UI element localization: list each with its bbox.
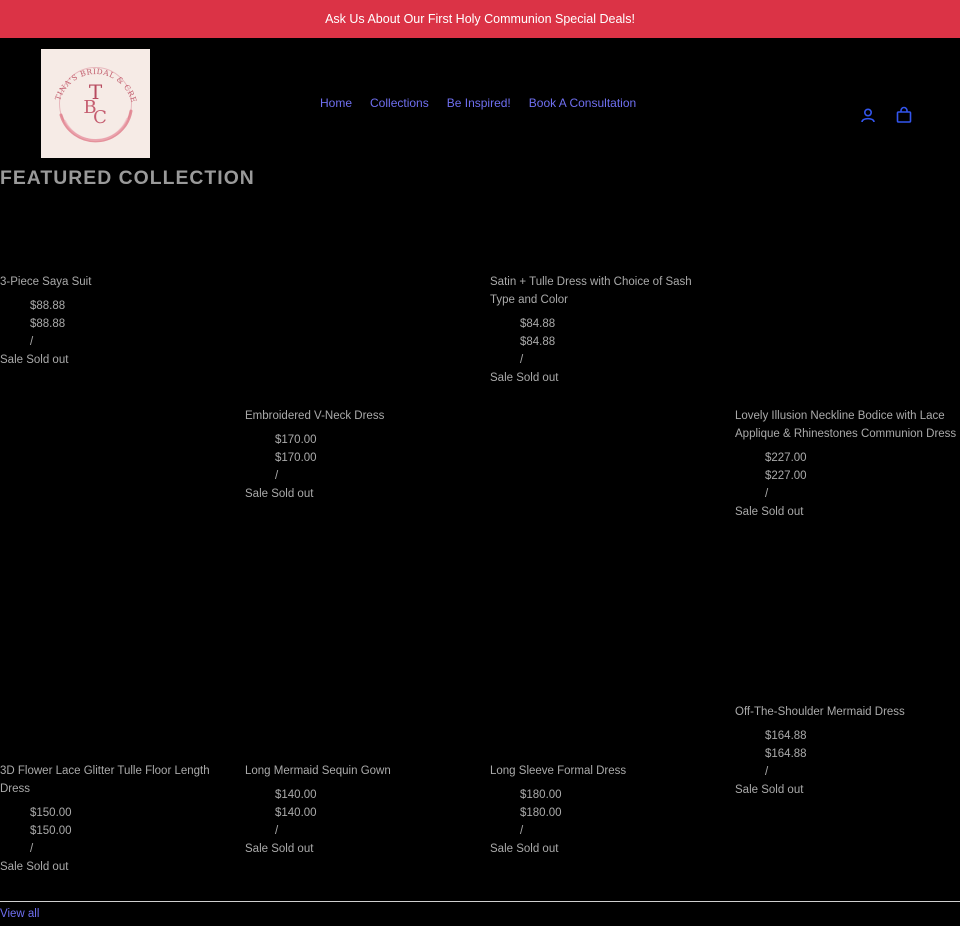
price-block: $227.00 $227.00 / [735, 449, 959, 503]
product-badges: Sale Sold out [735, 506, 804, 518]
price-block: $150.00 $150.00 / [0, 804, 224, 858]
view-all-link[interactable]: View all [0, 908, 39, 920]
main-navigation: Home Collections Be Inspired! Book A Con… [320, 96, 636, 110]
cart-icon[interactable] [895, 106, 913, 124]
regular-price: $150.00 [30, 807, 72, 819]
price-block: $180.00 $180.00 / [490, 786, 714, 840]
section-title: FEATURED COLLECTION [0, 168, 255, 189]
product-badges: Sale Sold out [245, 843, 314, 855]
product-badges: Sale Sold out [490, 843, 559, 855]
product-card[interactable]: Long Mermaid Sequin Gown $140.00 $140.00… [245, 762, 469, 858]
product-title[interactable]: Lovely Illusion Neckline Bodice with Lac… [735, 407, 959, 443]
svg-text:C: C [93, 107, 107, 128]
user-icon[interactable] [859, 106, 877, 124]
header-icons [859, 106, 913, 124]
product-title[interactable]: Satin + Tulle Dress with Choice of Sash … [490, 273, 714, 309]
regular-price: $84.88 [520, 318, 556, 330]
sale-price: $140.00 [275, 807, 317, 819]
product-badges: Sale Sold out [490, 372, 559, 384]
product-badges: Sale Sold out [735, 784, 804, 796]
nav-collections[interactable]: Collections [370, 96, 429, 110]
product-card[interactable]: Embroidered V-Neck Dress $170.00 $170.00… [245, 407, 469, 503]
sale-price: $150.00 [30, 825, 72, 837]
price-block: $140.00 $140.00 / [245, 786, 469, 840]
sale-price: $170.00 [275, 452, 317, 464]
sale-price: $164.88 [765, 748, 807, 760]
unit-price-separator: / [765, 488, 769, 500]
unit-price-separator: / [765, 766, 769, 778]
unit-price-separator: / [520, 825, 524, 837]
product-card[interactable]: Lovely Illusion Neckline Bodice with Lac… [735, 407, 959, 521]
product-title[interactable]: Embroidered V-Neck Dress [245, 407, 469, 425]
unit-price-separator: / [30, 336, 34, 348]
regular-price: $180.00 [520, 789, 562, 801]
product-card[interactable]: Off-The-Shoulder Mermaid Dress $164.88 $… [735, 703, 959, 799]
regular-price: $170.00 [275, 434, 317, 446]
unit-price-separator: / [520, 354, 524, 366]
product-card[interactable]: Long Sleeve Formal Dress $180.00 $180.00… [490, 762, 714, 858]
product-badges: Sale Sold out [0, 354, 69, 366]
regular-price: $140.00 [275, 789, 317, 801]
sale-price: $227.00 [765, 470, 807, 482]
product-card[interactable]: 3-Piece Saya Suit $88.88 $88.88 / Sale S… [0, 273, 224, 369]
sale-price: $84.88 [520, 336, 556, 348]
product-badges: Sale Sold out [245, 488, 314, 500]
price-block: $164.88 $164.88 / [735, 727, 959, 781]
product-card[interactable]: 3D Flower Lace Glitter Tulle Floor Lengt… [0, 762, 224, 876]
product-title[interactable]: Long Sleeve Formal Dress [490, 762, 714, 780]
regular-price: $227.00 [765, 452, 807, 464]
product-title[interactable]: 3-Piece Saya Suit [0, 273, 224, 291]
unit-price-separator: / [30, 843, 34, 855]
sale-price: $88.88 [30, 318, 66, 330]
product-card[interactable]: Satin + Tulle Dress with Choice of Sash … [490, 273, 714, 387]
store-logo[interactable]: TINA'S BRIDAL & CREATIONS T B C [41, 49, 150, 158]
nav-book-consultation[interactable]: Book A Consultation [529, 96, 636, 110]
sale-price: $180.00 [520, 807, 562, 819]
regular-price: $164.88 [765, 730, 807, 742]
regular-price: $88.88 [30, 300, 66, 312]
unit-price-separator: / [275, 825, 279, 837]
product-title[interactable]: 3D Flower Lace Glitter Tulle Floor Lengt… [0, 762, 224, 798]
price-block: $170.00 $170.00 / [245, 431, 469, 485]
price-block: $84.88 $84.88 / [490, 315, 714, 369]
announcement-text: Ask Us About Our First Holy Communion Sp… [325, 12, 635, 26]
nav-be-inspired[interactable]: Be Inspired! [447, 96, 511, 110]
announcement-bar: Ask Us About Our First Holy Communion Sp… [0, 0, 960, 38]
price-block: $88.88 $88.88 / [0, 297, 224, 351]
nav-home[interactable]: Home [320, 96, 352, 110]
divider [0, 901, 960, 902]
logo-image: TINA'S BRIDAL & CREATIONS T B C [41, 49, 138, 143]
product-title[interactable]: Off-The-Shoulder Mermaid Dress [735, 703, 959, 721]
product-badges: Sale Sold out [0, 861, 69, 873]
unit-price-separator: / [275, 470, 279, 482]
product-title[interactable]: Long Mermaid Sequin Gown [245, 762, 469, 780]
